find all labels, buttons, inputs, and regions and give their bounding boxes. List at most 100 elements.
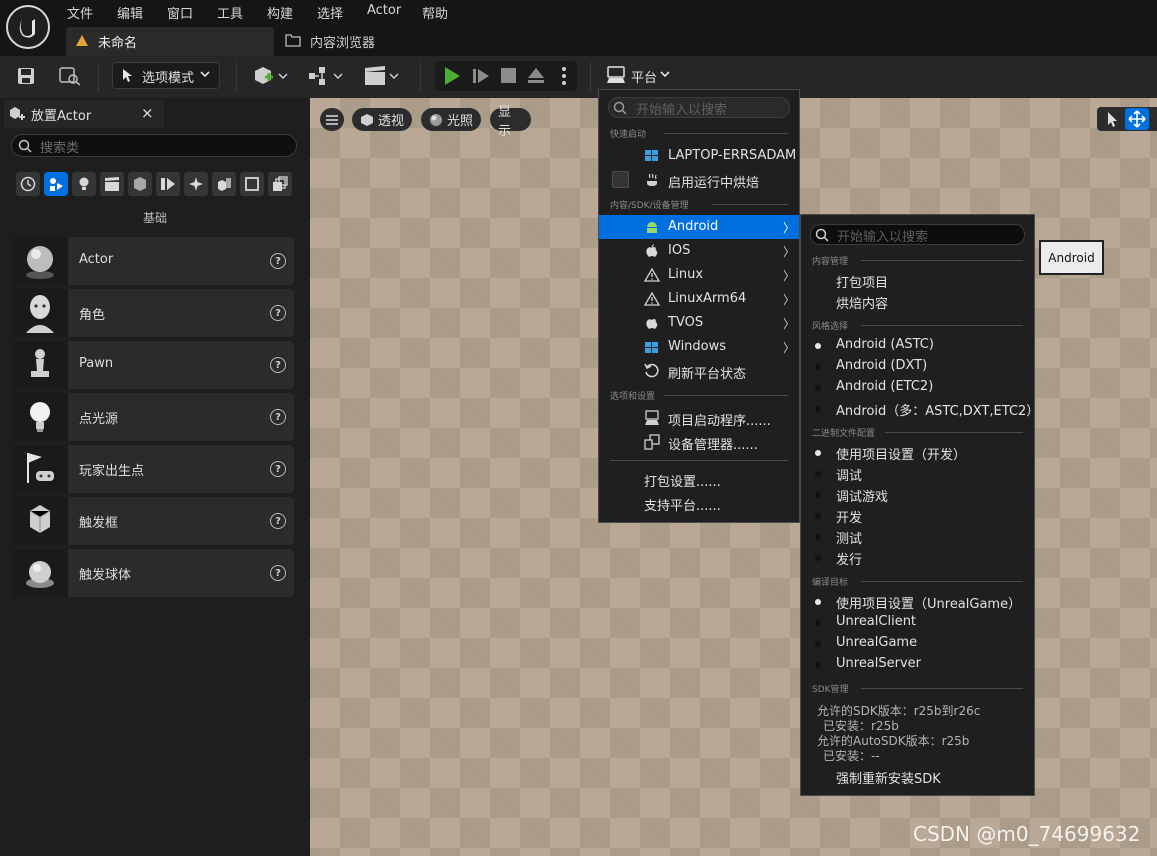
recent-category-button[interactable] xyxy=(16,172,40,196)
viewport-menu-button[interactable] xyxy=(320,108,344,131)
lit-mode-button[interactable]: 光照 xyxy=(421,108,481,131)
menu-select[interactable]: 选择 xyxy=(317,3,343,22)
menu-window[interactable]: 窗口 xyxy=(167,3,193,22)
help-icon[interactable]: ? xyxy=(270,253,286,269)
platform-item-linuxarm64[interactable]: LinuxArm64 xyxy=(668,291,746,306)
radio-selected[interactable] xyxy=(815,343,821,349)
volumes-category-button[interactable] xyxy=(184,172,208,196)
config-shipping[interactable]: 发行 xyxy=(836,549,862,568)
browse-level-icon[interactable] xyxy=(58,66,82,86)
package-project-item[interactable]: 打包项目 xyxy=(836,272,888,291)
submenu-arrow-icon: 〉 xyxy=(783,293,796,307)
packaging-settings-item[interactable]: 打包设置...... xyxy=(644,471,721,490)
platform-item-linux[interactable]: Linux xyxy=(668,267,703,282)
more-options-icon[interactable] xyxy=(561,66,567,86)
radio-unselected[interactable] xyxy=(815,662,821,668)
target-unreal-server[interactable]: UnrealServer xyxy=(836,656,921,671)
config-debug-game[interactable]: 调试游戏 xyxy=(836,486,888,505)
config-project-default[interactable]: 使用项目设置（开发） xyxy=(836,444,966,463)
menu-actor[interactable]: Actor xyxy=(367,3,401,18)
menu-file[interactable]: 文件 xyxy=(67,3,93,22)
config-debug[interactable]: 调试 xyxy=(836,465,862,484)
eject-icon[interactable] xyxy=(527,67,545,84)
radio-unselected[interactable] xyxy=(815,406,821,412)
move-tool-button[interactable] xyxy=(1125,108,1149,130)
section-divider xyxy=(861,325,1023,326)
all-classes-category-button[interactable] xyxy=(212,172,236,196)
refresh-platform-status[interactable]: 刷新平台状态 xyxy=(668,363,746,382)
cinematics-icon[interactable] xyxy=(363,65,401,87)
flavor-astc[interactable]: Android (ASTC) xyxy=(836,337,934,352)
play-icon[interactable] xyxy=(443,66,461,86)
target-project-default[interactable]: 使用项目设置（UnrealGame） xyxy=(836,593,1021,612)
visual-effects-category-button[interactable] xyxy=(128,172,152,196)
menu-tools[interactable]: 工具 xyxy=(217,3,243,22)
help-icon[interactable]: ? xyxy=(270,513,286,529)
radio-unselected[interactable] xyxy=(815,492,821,498)
menu-help[interactable]: 帮助 xyxy=(422,3,448,22)
add-actor-icon[interactable] xyxy=(253,65,289,87)
save-icon[interactable] xyxy=(17,67,35,85)
project-launcher-item[interactable]: 项目启动程序...... xyxy=(668,410,771,429)
category-title: 基础 xyxy=(143,211,168,225)
device-manager-item[interactable]: 设备管理器...... xyxy=(668,434,758,453)
cook-on-run-checkbox[interactable] xyxy=(612,171,629,188)
target-unreal-client[interactable]: UnrealClient xyxy=(836,614,916,629)
menu-build[interactable]: 构建 xyxy=(267,3,293,22)
radio-selected[interactable] xyxy=(815,599,821,605)
blueprint-icon[interactable] xyxy=(307,65,345,87)
extra-category-button[interactable] xyxy=(268,172,292,196)
cinematic-category-button[interactable] xyxy=(100,172,124,196)
help-icon[interactable]: ? xyxy=(270,409,286,425)
show-button[interactable]: 显示 xyxy=(490,105,531,139)
shapes-category-button[interactable] xyxy=(240,172,264,196)
lights-category-button[interactable] xyxy=(72,172,96,196)
config-development[interactable]: 开发 xyxy=(836,507,862,526)
platform-icon[interactable] xyxy=(606,66,628,84)
platform-item-windows[interactable]: Windows xyxy=(668,339,726,354)
device-launch-item[interactable]: LAPTOP-ERRSADAM xyxy=(668,148,796,163)
help-icon[interactable]: ? xyxy=(270,461,286,477)
character-thumbnail xyxy=(12,289,68,337)
device-manager-icon xyxy=(644,434,660,450)
radio-unselected[interactable] xyxy=(815,641,821,647)
help-icon[interactable]: ? xyxy=(270,305,286,321)
flavor-dxt[interactable]: Android (DXT) xyxy=(836,358,927,373)
apple-icon xyxy=(645,244,659,258)
help-icon[interactable]: ? xyxy=(270,357,286,373)
basic-category-button[interactable] xyxy=(44,172,68,196)
perspective-button[interactable]: 透视 xyxy=(352,108,412,131)
supported-platforms-item[interactable]: 支持平台...... xyxy=(644,495,721,514)
cook-content-item[interactable]: 烘焙内容 xyxy=(836,293,888,312)
cook-on-run-label[interactable]: 启用运行中烘焙 xyxy=(668,172,759,191)
search-icon xyxy=(18,139,32,153)
radio-unselected[interactable] xyxy=(815,385,821,391)
radio-selected[interactable] xyxy=(815,450,821,456)
select-cursor-icon[interactable] xyxy=(1104,110,1120,128)
geometry-category-button[interactable] xyxy=(156,172,180,196)
platform-button-label[interactable]: 平台 xyxy=(631,67,657,86)
step-forward-icon[interactable] xyxy=(472,67,490,85)
radio-unselected[interactable] xyxy=(815,471,821,477)
section-divider xyxy=(885,432,1023,433)
radio-unselected[interactable] xyxy=(815,534,821,540)
submenu-arrow-icon: 〉 xyxy=(783,269,796,283)
flavor-multi[interactable]: Android（多：ASTC,DXT,ETC2） xyxy=(836,400,1039,419)
tab-content-browser[interactable]: 内容浏览器 xyxy=(310,32,375,51)
radio-unselected[interactable] xyxy=(815,555,821,561)
platform-item-ios[interactable]: IOS xyxy=(668,243,690,258)
menu-edit[interactable]: 编辑 xyxy=(117,3,143,22)
force-reinstall-sdk-item[interactable]: 强制重新安装SDK xyxy=(836,768,941,787)
config-test[interactable]: 测试 xyxy=(836,528,862,547)
radio-unselected[interactable] xyxy=(815,513,821,519)
move-arrows-icon xyxy=(1125,108,1149,130)
radio-unselected[interactable] xyxy=(815,364,821,370)
close-icon[interactable]: × xyxy=(141,104,154,122)
flavor-etc2[interactable]: Android (ETC2) xyxy=(836,379,933,394)
target-unreal-game[interactable]: UnrealGame xyxy=(836,635,917,650)
unreal-logo-icon[interactable] xyxy=(6,5,50,49)
stop-icon[interactable] xyxy=(501,68,516,83)
platform-item-tvos[interactable]: TVOS xyxy=(668,315,703,330)
help-icon[interactable]: ? xyxy=(270,565,286,581)
radio-unselected[interactable] xyxy=(815,620,821,626)
